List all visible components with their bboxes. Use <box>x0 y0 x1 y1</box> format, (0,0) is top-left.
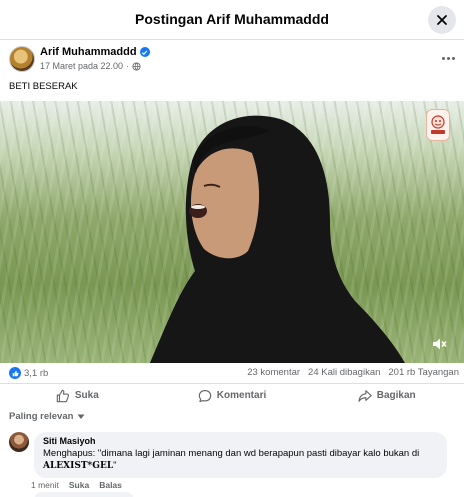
meta-separator: · <box>126 61 130 71</box>
close-button[interactable] <box>428 6 456 34</box>
thumbs-up-icon <box>56 389 69 402</box>
dialog-header: Postingan Arif Muhammaddd <box>0 0 464 40</box>
post-timestamp[interactable]: 17 Maret pada 22.00 <box>40 61 123 71</box>
dialog-title: Postingan Arif Muhammaddd <box>135 11 329 27</box>
globe-icon <box>132 61 141 71</box>
close-icon <box>437 15 447 25</box>
author-name[interactable]: Arif Muhammaddd <box>40 46 137 58</box>
comment-like-link[interactable]: Suka <box>69 480 89 490</box>
view-count: 201 rb Tayangan <box>388 367 459 378</box>
channel-logo <box>426 109 450 141</box>
share-button[interactable]: Bagikan <box>309 384 464 407</box>
reaction-summary[interactable]: 3,1 rb <box>9 367 48 379</box>
commenter-name[interactable]: Siti Masiyoh <box>43 436 438 446</box>
post-text: BETI BESERAK <box>9 81 78 92</box>
comment-button-label: Komentari <box>216 390 267 401</box>
reaction-count: 3,1 rb <box>24 367 49 379</box>
chevron-down-icon <box>77 414 85 419</box>
comment-reply-link[interactable]: Balas <box>99 480 122 490</box>
mute-icon <box>433 338 447 350</box>
like-button[interactable]: Suka <box>0 384 155 407</box>
comment-time[interactable]: 1 menit <box>31 480 59 490</box>
more-icon <box>441 56 445 60</box>
action-bar: Suka Komentari Bagikan <box>0 383 464 407</box>
comment-count[interactable]: 23 komentar <box>247 367 300 378</box>
commenter-avatar[interactable] <box>9 432 29 452</box>
comment-icon <box>198 389 212 402</box>
post-video[interactable] <box>0 101 464 363</box>
next-comment-bubble <box>34 492 134 497</box>
comment-text-after: " <box>113 460 117 471</box>
comment-text-before: Menghapus: "dimana lagi jaminan menang d… <box>43 448 420 459</box>
comment-bubble: Siti Masiyoh Menghapus: "dimana lagi jam… <box>34 432 447 478</box>
comment-sort-label: Paling relevan <box>9 411 74 422</box>
verified-badge-icon <box>139 47 150 57</box>
like-button-label: Suka <box>74 390 99 401</box>
post-stats: 3,1 rb 23 komentar 24 Kali dibagikan 201… <box>9 367 459 381</box>
like-reaction-icon <box>9 367 21 379</box>
comment-button[interactable]: Komentari <box>155 384 310 407</box>
comment-text-bold: ALEXIST*GEL <box>43 461 114 471</box>
more-options-button[interactable] <box>437 50 459 66</box>
stats-right: 23 komentar 24 Kali dibagikan 201 rb Tay… <box>247 367 459 378</box>
video-frame-figure <box>150 115 405 363</box>
author-name-row: Arif Muhammaddd <box>40 46 150 58</box>
share-button-label: Bagikan <box>376 390 416 401</box>
author-avatar[interactable] <box>9 46 35 72</box>
comment-footer: 1 menit Suka Balas <box>31 480 122 490</box>
share-icon <box>358 389 372 402</box>
share-count[interactable]: 24 Kali dibagikan <box>308 367 380 378</box>
post-author-row: Arif Muhammaddd 17 Maret pada 22.00 · <box>9 46 459 78</box>
comment-sort-dropdown[interactable]: Paling relevan <box>9 411 85 422</box>
mute-button[interactable] <box>428 333 450 355</box>
comment-text: Menghapus: "dimana lagi jaminan menang d… <box>43 448 438 472</box>
post-meta: 17 Maret pada 22.00 · <box>40 61 141 71</box>
